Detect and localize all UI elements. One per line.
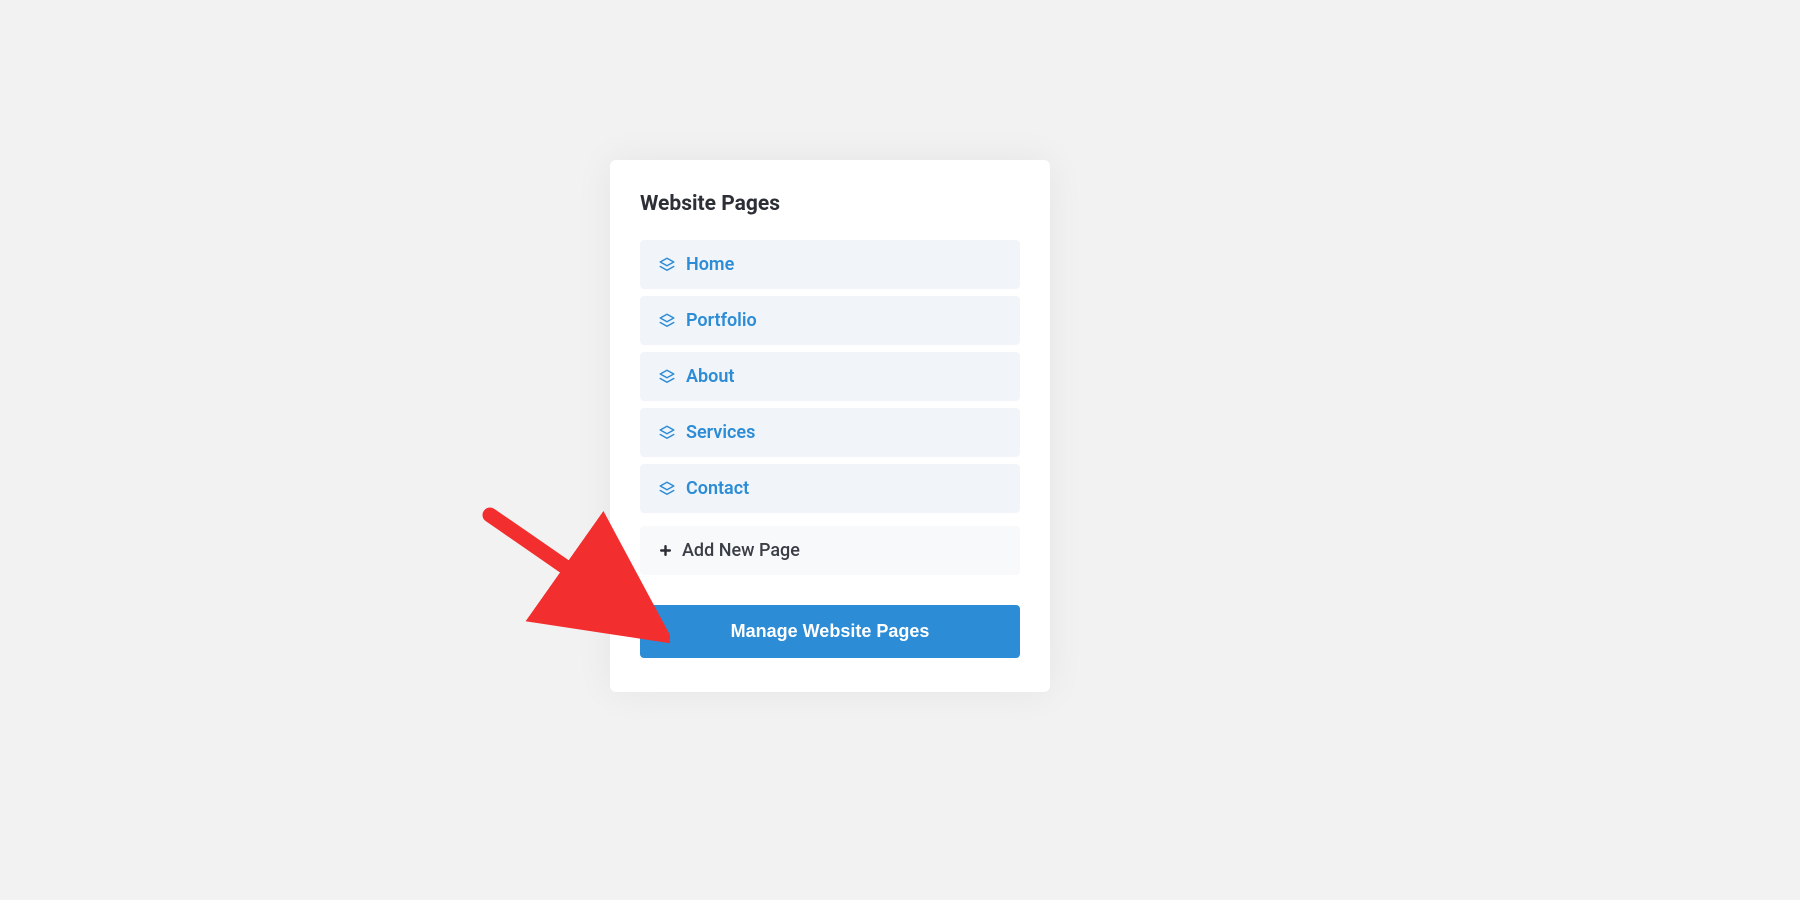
layers-icon	[658, 424, 676, 442]
layers-icon	[658, 256, 676, 274]
page-item-home[interactable]: Home	[640, 240, 1020, 289]
page-item-about[interactable]: About	[640, 352, 1020, 401]
page-item-label: About	[686, 366, 734, 387]
page-item-portfolio[interactable]: Portfolio	[640, 296, 1020, 345]
plus-icon	[658, 544, 672, 558]
page-item-label: Services	[686, 422, 755, 443]
page-item-label: Contact	[686, 478, 749, 499]
manage-website-pages-button[interactable]: Manage Website Pages	[640, 605, 1020, 658]
page-item-label: Home	[686, 254, 734, 275]
page-list: Home Portfolio About	[640, 240, 1020, 575]
layers-icon	[658, 312, 676, 330]
page-item-contact[interactable]: Contact	[640, 464, 1020, 513]
panel-title: Website Pages	[640, 192, 1020, 216]
website-pages-panel: Website Pages Home Portfolio	[610, 160, 1050, 692]
page-item-label: Portfolio	[686, 310, 757, 331]
add-new-page-button[interactable]: Add New Page	[640, 526, 1020, 575]
add-new-page-label: Add New Page	[682, 540, 800, 561]
layers-icon	[658, 480, 676, 498]
layers-icon	[658, 368, 676, 386]
page-item-services[interactable]: Services	[640, 408, 1020, 457]
